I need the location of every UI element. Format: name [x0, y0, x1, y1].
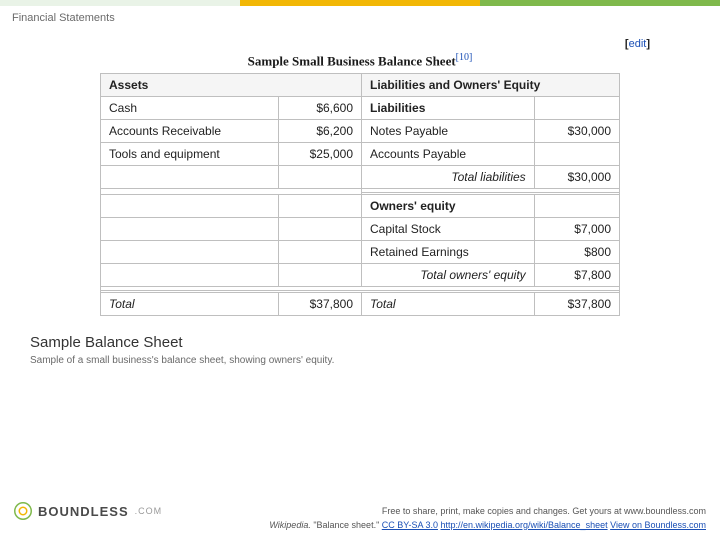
- table-row: Capital Stock $7,000: [101, 218, 620, 241]
- table-row-total: Total $37,800 Total $37,800: [101, 293, 620, 316]
- figure-ref[interactable]: [10]: [456, 52, 473, 63]
- footer: BOUNDLESS.COM Free to share, print, make…: [0, 505, 720, 532]
- table-row: Total liabilities $30,000: [101, 166, 620, 189]
- table-row: Tools and equipment $25,000 Accounts Pay…: [101, 143, 620, 166]
- view-on-boundless-link[interactable]: View on Boundless.com: [610, 520, 706, 530]
- table-row: Accounts Receivable $6,200 Notes Payable…: [101, 120, 620, 143]
- bracket-close: ]: [646, 38, 650, 50]
- table-row: Cash $6,600 Liabilities: [101, 97, 620, 120]
- accent-bar: [0, 0, 720, 6]
- source-url-link[interactable]: http://en.wikipedia.org/wiki/Balance_she…: [440, 520, 607, 530]
- footer-line2: Wikipedia. "Balance sheet." CC BY-SA 3.0…: [14, 519, 706, 533]
- edit-link[interactable]: edit: [629, 38, 647, 50]
- table-row: Total owners' equity $7,800: [101, 264, 620, 287]
- boundless-logo-icon: [14, 502, 32, 520]
- th-assets: Assets: [101, 74, 362, 97]
- caption-title: Sample Balance Sheet: [30, 334, 690, 351]
- footer-source: Wikipedia.: [269, 520, 313, 530]
- edit-link-row: [edit]: [30, 38, 690, 50]
- header-title: Financial Statements: [12, 12, 115, 24]
- table-row: Owners' equity: [101, 195, 620, 218]
- th-liab-equity: Liabilities and Owners' Equity: [362, 74, 620, 97]
- brand-tld: .COM: [135, 506, 163, 516]
- footer-quote: "Balance sheet.": [313, 520, 381, 530]
- license-link[interactable]: CC BY-SA 3.0: [382, 520, 438, 530]
- brand-name: BOUNDLESS: [38, 504, 129, 519]
- figure-title: Sample Small Business Balance Sheet[10]: [30, 52, 690, 69]
- table-row: Retained Earnings $800: [101, 241, 620, 264]
- figure-title-text: Sample Small Business Balance Sheet: [248, 53, 456, 68]
- brand: BOUNDLESS .COM: [14, 502, 162, 520]
- page-header: Financial Statements: [0, 6, 720, 34]
- caption-sub: Sample of a small business's balance she…: [30, 355, 690, 366]
- balance-sheet-table: Assets Liabilities and Owners' Equity Ca…: [100, 73, 620, 316]
